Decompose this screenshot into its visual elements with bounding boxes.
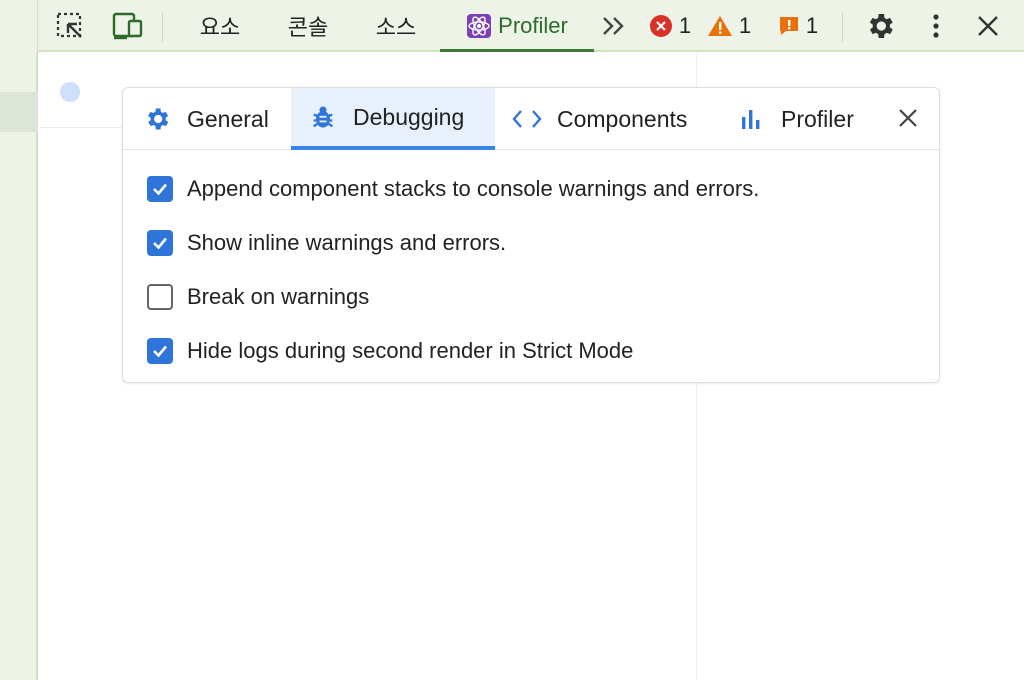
active-tab-indicator [440,49,594,52]
error-icon [649,15,672,37]
checkmark-icon [153,345,167,358]
more-options-button[interactable] [922,0,950,52]
option-append-component-stacks[interactable]: Append component stacks to console warni… [147,174,759,204]
issues-count: 1 [805,13,819,38]
tab-profiler-settings[interactable]: Profiler [735,88,885,150]
react-logo-icon [467,14,492,38]
tab-sources[interactable]: 소스 [364,0,428,52]
more-tabs-button[interactable] [598,0,630,52]
option-hide-logs-strict-mode[interactable]: Hide logs during second render in Strict… [147,336,633,366]
errors-count: 1 [678,13,692,38]
tab-label: 요소 [199,15,241,40]
settings-dialog: General Debugging Components Profiler Ap… [122,87,940,383]
settings-button[interactable] [860,0,900,52]
option-label: Append component stacks to console warni… [187,176,760,201]
tab-debugging[interactable]: Debugging [291,88,495,150]
left-sidebar [0,52,38,680]
close-icon [978,16,998,36]
settings-tabs: General Debugging Components Profiler [123,88,939,150]
tab-label: General [187,105,269,132]
tab-elements[interactable]: 요소 [188,0,252,52]
gear-icon [869,14,893,38]
gear-icon [141,103,173,135]
option-break-on-warnings[interactable]: Break on warnings [147,282,369,312]
record-button-background [60,82,80,102]
toolbar-separator [162,12,163,42]
tab-profiler[interactable]: Profiler [440,0,594,52]
checkbox-checked[interactable] [147,230,173,256]
checkbox-checked[interactable] [147,338,173,364]
tab-label: 소스 [375,15,417,40]
tab-console[interactable]: 콘솔 [276,0,340,52]
option-label: Hide logs during second render in Strict… [187,338,634,363]
warning-icon [707,16,732,36]
code-icon [511,103,543,135]
tab-label: Profiler [781,105,854,132]
checkmark-icon [153,183,167,196]
devtools-window: 요소 콘솔 소스 Profiler 1 1 1 General Debuggin… [0,0,1024,680]
warnings-count: 1 [738,13,752,38]
tab-components[interactable]: Components [511,88,721,150]
tab-label: 콘솔 [287,15,329,40]
tab-general[interactable]: General [141,88,301,150]
tab-label: Profiler [498,13,568,38]
issue-icon [779,17,798,35]
close-devtools-button[interactable] [972,0,1004,52]
checkbox-checked[interactable] [147,176,173,202]
device-toolbar-button[interactable] [108,0,148,52]
close-icon [899,109,917,127]
tab-label: Components [557,105,688,132]
option-show-inline-warnings[interactable]: Show inline warnings and errors. [147,228,506,258]
bug-icon [307,101,339,133]
chevron-double-right-icon [603,17,624,35]
option-label: Break on warnings [187,284,370,309]
devtools-toolbar: 요소 콘솔 소스 Profiler 1 1 1 [0,0,1024,52]
inspect-element-button[interactable] [52,0,88,52]
checkbox-unchecked[interactable] [147,284,173,310]
close-settings-button[interactable] [893,103,923,133]
sidebar-selected-row[interactable] [0,92,38,132]
errors-counter[interactable]: 1 [646,0,694,52]
option-label: Show inline warnings and errors. [187,230,507,255]
inspect-icon [56,12,82,38]
checkmark-icon [153,237,167,250]
kebab-menu-icon [933,14,939,38]
bar-chart-icon [735,103,767,135]
toolbar-separator [842,12,843,42]
issues-counter[interactable]: 1 [774,0,822,52]
device-toggle-icon [112,12,143,40]
tab-label: Debugging [353,103,465,130]
toolbar-left-strip [0,0,38,52]
warnings-counter[interactable]: 1 [704,0,754,52]
